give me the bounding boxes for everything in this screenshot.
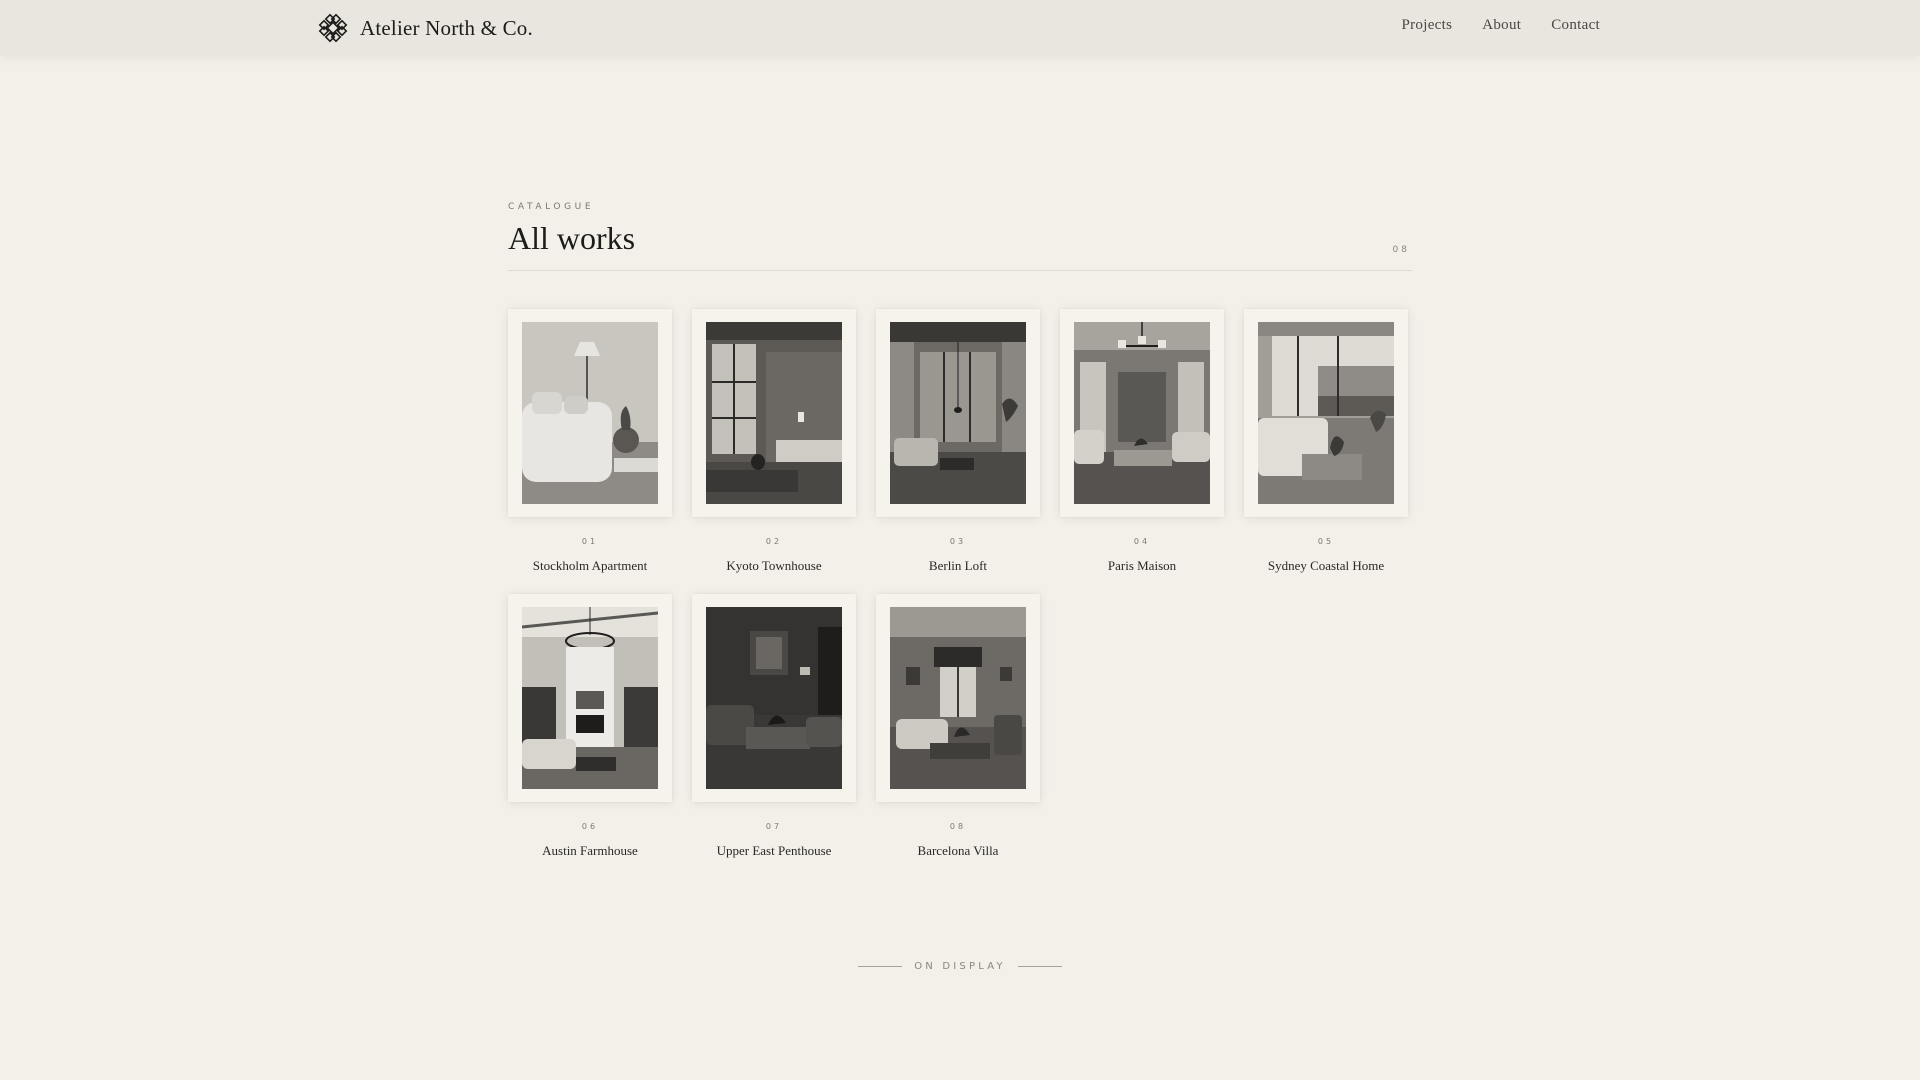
photo-farmhouse-fireplace bbox=[522, 607, 658, 789]
work-title: Berlin Loft bbox=[928, 558, 988, 573]
work-title: Stockholm Apartment bbox=[532, 558, 648, 573]
work-frame bbox=[692, 594, 856, 802]
page-title: All works bbox=[508, 220, 636, 256]
on-display-divider: ON DISPLAY bbox=[858, 958, 1062, 974]
photo-dark-penthouse bbox=[706, 607, 842, 789]
photo-loft-interior bbox=[890, 322, 1026, 504]
catalogue-eyebrow: CATALOGUE bbox=[508, 202, 595, 212]
work-frame bbox=[692, 309, 856, 517]
work-frame bbox=[1060, 309, 1224, 517]
photo-living-room-window bbox=[706, 322, 842, 504]
work-frame bbox=[508, 594, 672, 802]
work-photo bbox=[706, 322, 842, 504]
work-photo bbox=[706, 607, 842, 789]
nav-link-projects[interactable]: Projects bbox=[1402, 17, 1453, 34]
work-card-paris[interactable]: 04 Paris Maison bbox=[1060, 309, 1224, 574]
work-frame bbox=[508, 309, 672, 517]
nav-link-about[interactable]: About bbox=[1482, 17, 1521, 34]
work-card-berlin[interactable]: 03 Berlin Loft bbox=[876, 309, 1040, 574]
divider-line-right bbox=[1017, 965, 1062, 967]
work-card-sydney[interactable]: 05 Sydney Coastal Home bbox=[1244, 309, 1408, 574]
work-photo bbox=[522, 607, 658, 789]
work-card-stockholm[interactable]: 01 Stockholm Apartment bbox=[508, 309, 672, 574]
works-count: 08 bbox=[1392, 245, 1410, 255]
brand[interactable]: Atelier North & Co. bbox=[318, 12, 533, 44]
work-photo bbox=[1258, 322, 1394, 504]
work-title: Upper East Penthouse bbox=[716, 843, 832, 858]
work-number: 08 bbox=[949, 822, 967, 831]
work-number: 05 bbox=[1317, 537, 1335, 546]
work-frame bbox=[876, 594, 1040, 802]
work-number: 02 bbox=[765, 537, 783, 546]
brand-name: Atelier North & Co. bbox=[360, 15, 533, 40]
knot-ornament-icon bbox=[318, 13, 348, 43]
work-card-austin[interactable]: 06 Austin Farmhouse bbox=[508, 594, 672, 859]
photo-coastal-living-room bbox=[1258, 322, 1394, 504]
work-title: Austin Farmhouse bbox=[542, 843, 638, 858]
on-display-label: ON DISPLAY bbox=[914, 960, 1006, 972]
work-card-kyoto[interactable]: 02 Kyoto Townhouse bbox=[692, 309, 856, 574]
work-title: Kyoto Townhouse bbox=[726, 558, 822, 573]
main-nav: Projects About Contact bbox=[1402, 17, 1601, 34]
divider-line-left bbox=[858, 965, 903, 967]
work-number: 07 bbox=[765, 822, 783, 831]
top-nav-bar: Atelier North & Co. Projects About Conta… bbox=[0, 0, 1920, 56]
work-frame bbox=[876, 309, 1040, 517]
work-frame bbox=[1244, 309, 1408, 517]
work-photo bbox=[1074, 322, 1210, 504]
work-number: 01 bbox=[581, 537, 599, 546]
nav-link-contact[interactable]: Contact bbox=[1551, 17, 1600, 34]
photo-living-room-lamp bbox=[522, 322, 658, 504]
work-photo bbox=[522, 322, 658, 504]
work-title: Paris Maison bbox=[1107, 558, 1177, 573]
work-number: 04 bbox=[1133, 537, 1151, 546]
photo-salon-chandelier bbox=[1074, 322, 1210, 504]
photo-villa-living-room bbox=[890, 607, 1026, 789]
work-title: Sydney Coastal Home bbox=[1267, 558, 1385, 573]
work-number: 03 bbox=[949, 537, 967, 546]
work-number: 06 bbox=[581, 822, 599, 831]
title-divider bbox=[508, 270, 1412, 271]
work-photo bbox=[890, 322, 1026, 504]
work-photo bbox=[890, 607, 1026, 789]
work-card-barcelona[interactable]: 08 Barcelona Villa bbox=[876, 594, 1040, 859]
work-card-upper-east[interactable]: 07 Upper East Penthouse bbox=[692, 594, 856, 859]
work-title: Barcelona Villa bbox=[917, 843, 999, 858]
